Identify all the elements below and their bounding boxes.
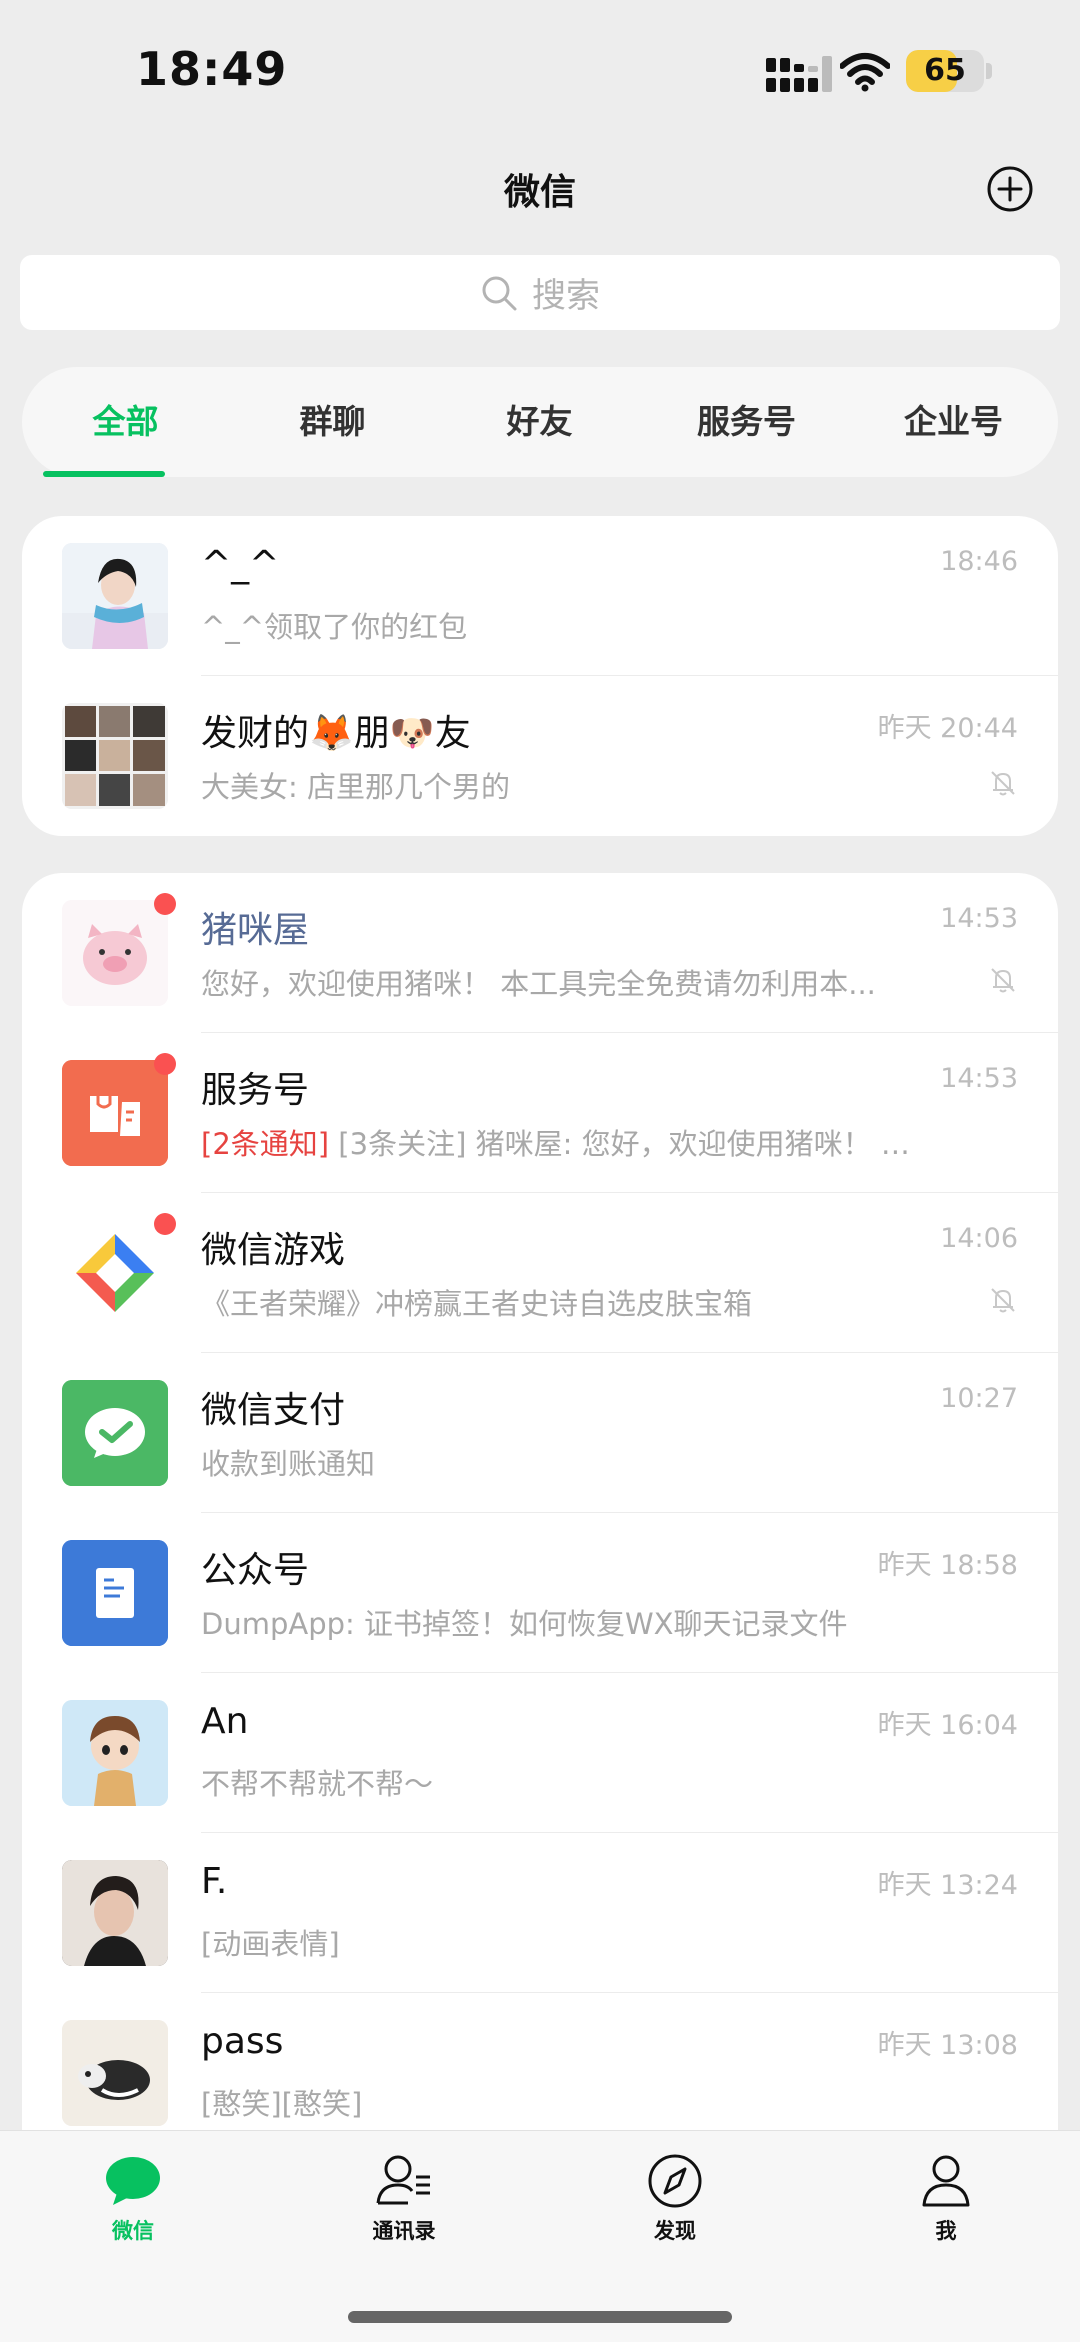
mute-bell-icon — [991, 771, 1015, 796]
status-time: 18:49 — [136, 42, 288, 96]
tabbar-discover[interactable]: 发现 — [605, 2153, 745, 2245]
chat-row-official-accounts[interactable]: 公众号 DumpApp: 证书掉签！如何恢复WX聊天记录文件 昨天 18:58 — [22, 1513, 1058, 1673]
tabbar-label: 发现 — [654, 2219, 696, 2243]
chat-last-message: [憨笑][憨笑] — [201, 2087, 363, 2121]
search-placeholder: 搜索 — [532, 276, 600, 316]
chat-row-zhumiwu[interactable]: 猪咪屋 您好，欢迎使用猪咪！ 本工具完全免费请勿利用本... 14:53 — [22, 873, 1058, 1033]
dog-emoji-icon: 🐶 — [389, 713, 435, 754]
battery-percent: 65 — [924, 53, 966, 88]
chat-last-message: 您好，欢迎使用猪咪！ 本工具完全免费请勿利用本... — [201, 967, 876, 1001]
chat-time: 14:53 — [940, 903, 1018, 934]
chat-last-message: ^_^领取了你的红包 — [201, 610, 468, 644]
home-indicator[interactable] — [348, 2311, 732, 2323]
mute-bell-icon — [991, 1288, 1015, 1313]
cellular-signal-icon — [766, 56, 832, 92]
chat-name-part: 发财的 — [201, 713, 310, 754]
chat-time: 昨天 20:44 — [877, 713, 1018, 744]
tabbar-label: 我 — [935, 2219, 957, 2243]
official-accounts-icon — [62, 1540, 168, 1646]
chat-time: 18:46 — [940, 546, 1018, 577]
chat-row-caret-face[interactable]: ^_^ ^_^领取了你的红包 18:46 — [22, 516, 1058, 676]
status-bar: 18:49 65 — [0, 0, 1080, 130]
chat-name: 公众号 — [201, 1550, 310, 1591]
chat-time: 昨天 13:24 — [877, 1870, 1018, 1901]
chat-name: 发财的🦊朋🐶友 — [201, 704, 471, 756]
mute-bell-icon — [991, 968, 1015, 993]
chat-name: F. — [201, 1861, 228, 1902]
active-tab-indicator — [43, 471, 165, 477]
chat-name: 微信支付 — [201, 1390, 346, 1431]
chat-name: 猪咪屋 — [201, 910, 310, 951]
tabbar-label: 通讯录 — [372, 2219, 436, 2243]
battery-tip — [986, 63, 992, 79]
notice-count: [2条通知] — [201, 1127, 330, 1161]
chat-last-message: 《王者荣耀》冲榜赢王者史诗自选皮肤宝箱 — [201, 1287, 753, 1321]
chat-row-an[interactable]: An 不帮不帮就不帮～ 昨天 16:04 — [22, 1673, 1058, 1833]
chat-last-message: 收款到账通知 — [201, 1447, 376, 1481]
chat-time: 14:06 — [940, 1223, 1018, 1254]
chat-time: 10:27 — [940, 1383, 1018, 1414]
chat-time: 昨天 16:04 — [877, 1710, 1018, 1741]
avatar — [62, 900, 168, 1006]
chat-row-service-accounts[interactable]: 服务号 [2条通知] [3条关注] 猪咪屋: 您好，欢迎使用猪咪！ 本... 1… — [22, 1033, 1058, 1193]
chat-row-wechat-pay[interactable]: 微信支付 收款到账通知 10:27 — [22, 1353, 1058, 1513]
unread-dot — [154, 1213, 176, 1235]
group-avatar — [62, 703, 168, 809]
tabbar-label: 微信 — [112, 2219, 154, 2243]
person-icon — [922, 2155, 970, 2207]
service-account-icon — [62, 1060, 168, 1166]
message-text: [3条关注] 猪咪屋: 您好，欢迎使用猪咪！ 本... — [329, 1127, 921, 1161]
chat-name-part: 友 — [434, 713, 471, 754]
chat-time: 昨天 13:08 — [877, 2030, 1018, 2061]
chat-name-part: 朋 — [353, 713, 390, 754]
wechat-pay-icon — [62, 1380, 168, 1486]
wifi-icon — [840, 53, 890, 92]
avatar — [62, 1700, 168, 1806]
chat-name: 服务号 — [201, 1070, 310, 1111]
chat-row-wechat-games[interactable]: 微信游戏 《王者荣耀》冲榜赢王者史诗自选皮肤宝箱 14:06 — [22, 1193, 1058, 1353]
tab-groups[interactable]: 群聊 — [229, 367, 436, 477]
unread-dot — [154, 893, 176, 915]
page-title: 微信 — [503, 172, 576, 213]
tab-enterprise[interactable]: 企业号 — [850, 367, 1057, 477]
chat-name: pass — [201, 2021, 284, 2062]
chat-last-message: 大美女: 店里那几个男的 — [201, 770, 510, 804]
chat-last-message: [2条通知] [3条关注] 猪咪屋: 您好，欢迎使用猪咪！ 本... — [201, 1121, 921, 1163]
tabbar-me[interactable]: 我 — [876, 2153, 1016, 2245]
compass-icon — [648, 2154, 702, 2208]
chat-time: 14:53 — [940, 1063, 1018, 1094]
search-bar[interactable]: 搜索 — [20, 255, 1060, 330]
unread-dot — [154, 1053, 176, 1075]
tabbar-chats[interactable]: 微信 — [63, 2153, 203, 2245]
chat-bubble-icon — [106, 2157, 160, 2205]
avatar — [62, 543, 168, 649]
avatar — [62, 2020, 168, 2126]
fox-emoji-icon: 🦊 — [309, 713, 354, 754]
chat-list-card: 猪咪屋 您好，欢迎使用猪咪！ 本工具完全免费请勿利用本... 14:53 服务号… — [22, 873, 1058, 2173]
contacts-icon — [376, 2155, 430, 2205]
chat-name: ^_^ — [201, 544, 280, 585]
chat-row-facai-group[interactable]: 发财的🦊朋🐶友 大美女: 店里那几个男的 昨天 20:44 — [22, 676, 1058, 836]
wechat-games-icon — [62, 1220, 168, 1326]
chat-last-message: DumpApp: 证书掉签！如何恢复WX聊天记录文件 — [201, 1607, 848, 1641]
chat-row-pass[interactable]: pass [憨笑][憨笑] 昨天 13:08 — [22, 1993, 1058, 2153]
tabbar-contacts[interactable]: 通讯录 — [334, 2153, 474, 2245]
avatar — [62, 1860, 168, 1966]
chat-name: An — [201, 1701, 249, 1742]
search-icon — [482, 276, 517, 310]
chat-row-f[interactable]: F. [动画表情] 昨天 13:24 — [22, 1833, 1058, 1993]
pinned-chats-card: ^_^ ^_^领取了你的红包 18:46 发财的🦊朋🐶友 大美女: 店里那几个男… — [22, 516, 1058, 836]
filter-tabs: 全部 群聊 好友 服务号 企业号 — [22, 367, 1058, 477]
chat-name: 微信游戏 — [201, 1230, 346, 1271]
battery-indicator: 65 — [906, 50, 984, 92]
add-plus-icon[interactable] — [985, 164, 1035, 214]
tab-service-accounts[interactable]: 服务号 — [643, 367, 850, 477]
chat-last-message: [动画表情] — [201, 1927, 340, 1961]
chat-last-message: 不帮不帮就不帮～ — [201, 1767, 434, 1801]
chat-time: 昨天 18:58 — [877, 1550, 1018, 1581]
tab-friends[interactable]: 好友 — [436, 367, 643, 477]
tab-all[interactable]: 全部 — [22, 367, 229, 477]
